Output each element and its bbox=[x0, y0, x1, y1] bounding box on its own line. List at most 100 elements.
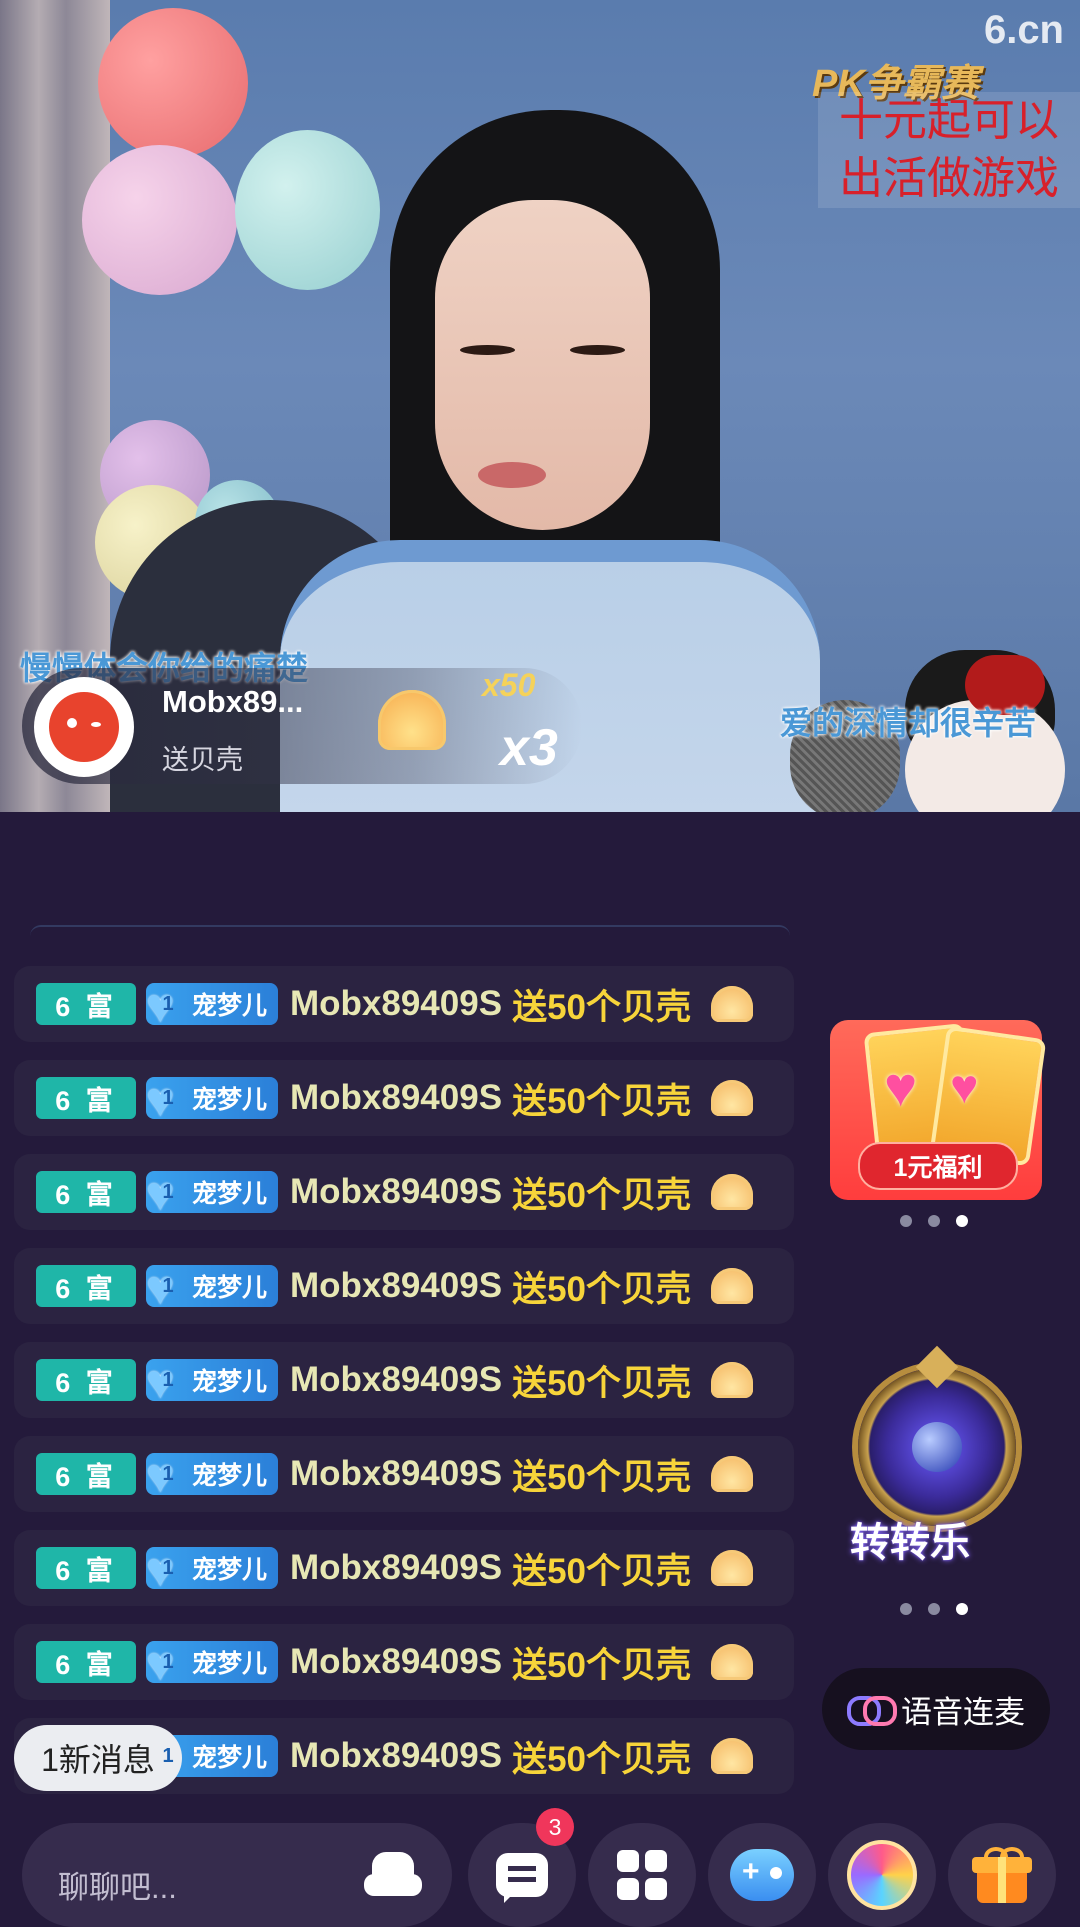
fan-level: 1 bbox=[162, 1744, 174, 1767]
gift-sender-name: Mobx89... bbox=[162, 684, 304, 719]
shell-icon bbox=[711, 1550, 753, 1586]
fan-club-name: 宠梦儿 bbox=[192, 1274, 268, 1302]
fan-level: 1 bbox=[162, 992, 174, 1015]
wheel-carousel-dots bbox=[900, 1603, 968, 1615]
fan-badge: 1 宠梦儿 bbox=[146, 979, 278, 1034]
chat-username[interactable]: Mobx89409S bbox=[290, 984, 502, 1024]
heart-icon: 1 bbox=[146, 1167, 190, 1222]
chat-message: 送50个贝壳 bbox=[512, 1269, 691, 1309]
fan-club-name: 宠梦儿 bbox=[192, 1650, 268, 1678]
chat-input-placeholder: 聊聊吧... bbox=[58, 1870, 177, 1905]
fan-badge: 1 宠梦儿 bbox=[146, 1637, 278, 1692]
fan-level: 1 bbox=[162, 1274, 174, 1297]
voice-link-button[interactable]: 语音连麦 bbox=[822, 1668, 1050, 1750]
heart-icon: 1 bbox=[146, 1543, 190, 1598]
chat-message: 送50个贝壳 bbox=[512, 987, 691, 1027]
gacha-button[interactable] bbox=[828, 1823, 936, 1927]
promo-label[interactable]: 1元福利 bbox=[858, 1142, 1018, 1190]
chat-row[interactable]: 6 富 1 宠梦儿 Mobx89409S送50个贝壳 bbox=[14, 966, 794, 1042]
chat-username[interactable]: Mobx89409S bbox=[290, 1736, 502, 1776]
carousel-dot-active[interactable] bbox=[956, 1215, 968, 1227]
fan-badge: 1 宠梦儿 bbox=[146, 1167, 278, 1222]
site-watermark: 6.cn bbox=[983, 8, 1064, 52]
chat-username[interactable]: Mobx89409S bbox=[290, 1360, 502, 1400]
avatar-face-icon bbox=[49, 692, 119, 762]
shell-icon bbox=[711, 1080, 753, 1116]
gift-combo-count: x3 bbox=[500, 719, 558, 777]
more-features-button[interactable] bbox=[588, 1823, 696, 1927]
grid-icon bbox=[617, 1850, 667, 1900]
shell-gift-icon bbox=[378, 690, 446, 750]
sofa-icon[interactable] bbox=[364, 1852, 422, 1900]
chat-row[interactable]: 6 富 1 宠梦儿 Mobx89409S送50个贝壳 bbox=[14, 1060, 794, 1136]
new-messages-button[interactable]: 1新消息 bbox=[14, 1725, 182, 1791]
chat-row[interactable]: 6 富 1 宠梦儿 Mobx89409S送50个贝壳 bbox=[14, 1436, 794, 1512]
gamepad-icon bbox=[730, 1849, 794, 1901]
chat-username[interactable]: Mobx89409S bbox=[290, 1454, 502, 1494]
chat-username[interactable]: Mobx89409S bbox=[290, 1642, 502, 1682]
chat-faded-row bbox=[30, 925, 790, 947]
rich-level-badge: 6 富 bbox=[36, 1171, 136, 1213]
chat-username[interactable]: Mobx89409S bbox=[290, 1078, 502, 1118]
chat-message: 送50个贝壳 bbox=[512, 1363, 691, 1403]
heart-icon: ♥ bbox=[950, 1061, 979, 1114]
balloon-red bbox=[98, 8, 248, 158]
shell-icon bbox=[711, 1738, 753, 1774]
carousel-dot[interactable] bbox=[900, 1215, 912, 1227]
rich-level-badge: 6 富 bbox=[36, 1265, 136, 1307]
chat-message: 送50个贝壳 bbox=[512, 1551, 691, 1591]
stream-promo-text: 十元起可以 出活做游戏 bbox=[818, 92, 1080, 208]
fan-club-name: 宠梦儿 bbox=[192, 1368, 268, 1396]
rich-level-badge: 6 富 bbox=[36, 1077, 136, 1119]
rich-level-badge: 6 富 bbox=[36, 1547, 136, 1589]
carousel-dot[interactable] bbox=[928, 1215, 940, 1227]
chat-message: 送50个贝壳 bbox=[512, 1739, 691, 1779]
carousel-dot[interactable] bbox=[928, 1603, 940, 1615]
wheel-label[interactable]: 转转乐 bbox=[850, 1510, 970, 1568]
chat-username[interactable]: Mobx89409S bbox=[290, 1266, 502, 1306]
streamer-lips bbox=[478, 462, 546, 488]
fan-level: 1 bbox=[162, 1086, 174, 1109]
chat-row[interactable]: 6 富 1 宠梦儿 Mobx89409S送50个贝壳 bbox=[14, 1624, 794, 1700]
fan-level: 1 bbox=[162, 1180, 174, 1203]
chat-message: 送50个贝壳 bbox=[512, 1175, 691, 1215]
shell-icon bbox=[711, 1174, 753, 1210]
chat-username[interactable]: Mobx89409S bbox=[290, 1548, 502, 1588]
carousel-dot[interactable] bbox=[900, 1603, 912, 1615]
chat-row[interactable]: 6 富 1 宠梦儿 Mobx89409S送50个贝壳 bbox=[14, 1530, 794, 1606]
promo-carousel-dots bbox=[900, 1215, 968, 1227]
rich-level-badge: 6 富 bbox=[36, 1359, 136, 1401]
chat-bubble-icon bbox=[496, 1853, 548, 1903]
balloon-pink bbox=[82, 145, 237, 295]
chat-row[interactable]: 6 富 1 宠梦儿 Mobx89409S送50个贝壳 bbox=[14, 1342, 794, 1418]
fan-level: 1 bbox=[162, 1368, 174, 1391]
gift-action-text: 送贝壳 bbox=[162, 745, 243, 775]
chat-message: 送50个贝壳 bbox=[512, 1457, 691, 1497]
games-button[interactable] bbox=[708, 1823, 816, 1927]
gift-unit-count: x50 bbox=[482, 667, 536, 703]
fan-club-name: 宠梦儿 bbox=[192, 1086, 268, 1114]
rich-level-badge: 6 富 bbox=[36, 983, 136, 1025]
rich-level-badge: 6 富 bbox=[36, 1641, 136, 1683]
fan-club-name: 宠梦儿 bbox=[192, 1180, 268, 1208]
chat-row[interactable]: 6 富 1 宠梦儿 Mobx89409S送50个贝壳 bbox=[14, 1154, 794, 1230]
fan-badge: 1 宠梦儿 bbox=[146, 1449, 278, 1504]
promo-line-2: 出活做游戏 bbox=[839, 154, 1059, 203]
gift-box-icon bbox=[972, 1847, 1032, 1903]
shell-icon bbox=[711, 1456, 753, 1492]
heart-icon: 1 bbox=[146, 1355, 190, 1410]
fan-club-name: 宠梦儿 bbox=[192, 992, 268, 1020]
wheel-orb-icon bbox=[912, 1422, 962, 1472]
link-icon bbox=[847, 1694, 897, 1726]
shell-icon bbox=[711, 1644, 753, 1680]
chat-row[interactable]: 6 富 1 宠梦儿 Mobx89409S送50个贝壳 bbox=[14, 1248, 794, 1324]
fan-club-name: 宠梦儿 bbox=[192, 1744, 268, 1772]
shell-icon bbox=[711, 1362, 753, 1398]
rich-level-badge: 6 富 bbox=[36, 1453, 136, 1495]
heart-icon: 1 bbox=[146, 1637, 190, 1692]
avatar[interactable] bbox=[34, 677, 134, 777]
chat-username[interactable]: Mobx89409S bbox=[290, 1172, 502, 1212]
carousel-dot-active[interactable] bbox=[956, 1603, 968, 1615]
gift-button[interactable] bbox=[948, 1823, 1056, 1927]
streamer-eye-right bbox=[570, 345, 625, 355]
